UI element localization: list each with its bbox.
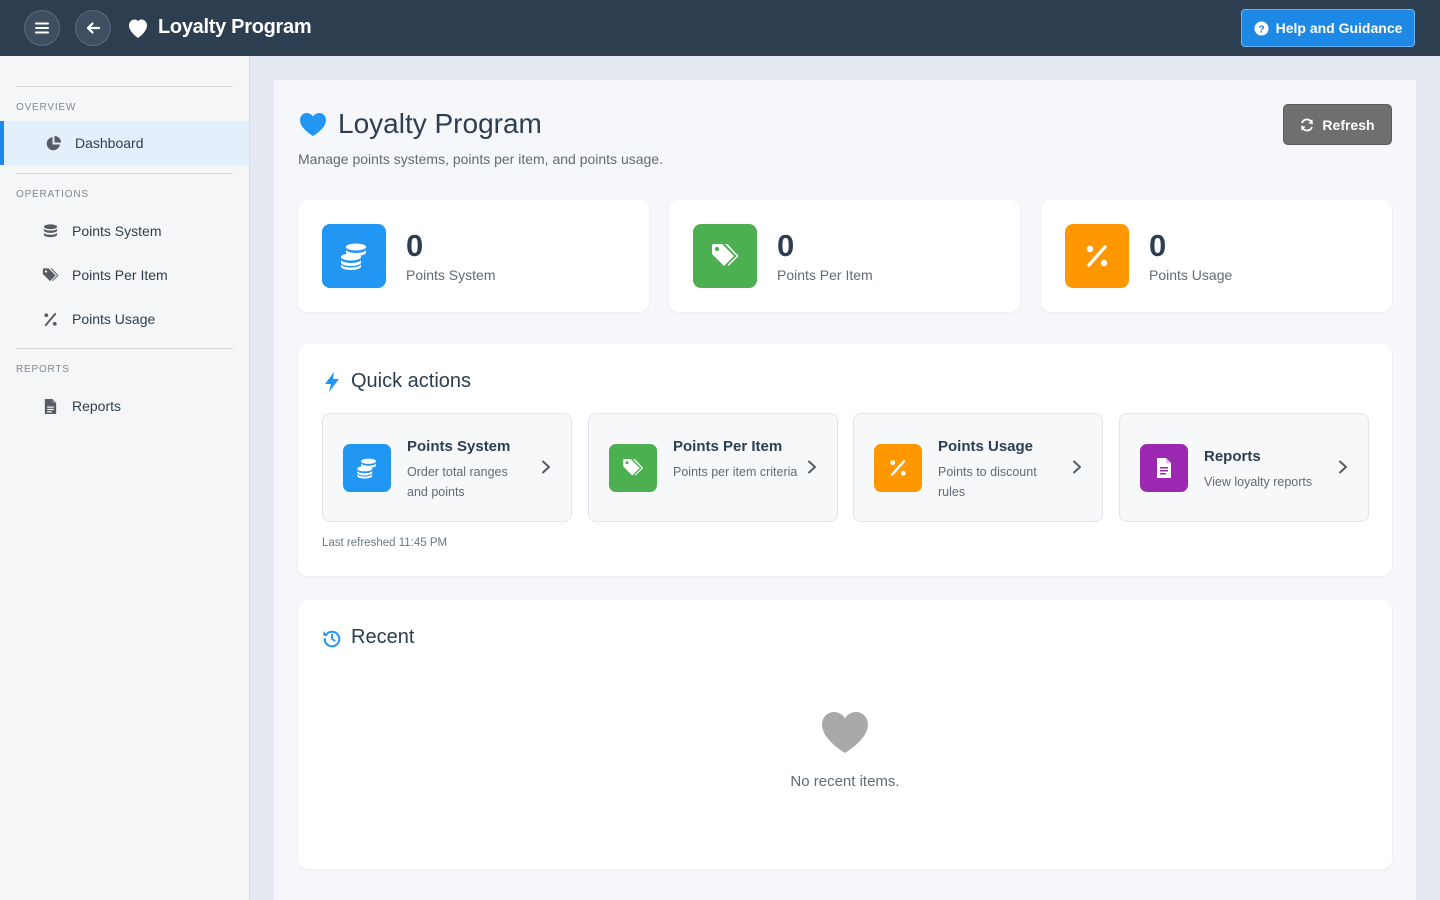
quick-action-points-usage[interactable]: Points Usage Points to discount rules <box>853 413 1103 522</box>
percent-icon <box>874 444 922 492</box>
sidebar-section-overview: OVERVIEW <box>16 102 77 113</box>
refresh-button-label: Refresh <box>1322 116 1375 133</box>
quick-action-desc: Points to discount rules <box>938 465 1037 499</box>
app-title-text: Loyalty Program <box>158 16 312 38</box>
stat-card-points-per-item: 0 Points Per Item <box>669 200 1020 312</box>
main-content: Loyalty Program Manage points systems, p… <box>274 80 1416 900</box>
quick-action-title: Reports <box>1204 448 1261 465</box>
help-button-label: Help and Guidance <box>1275 20 1403 36</box>
help-button[interactable]: ? Help and Guidance <box>1241 9 1415 47</box>
top-bar: Loyalty Program ? Help and Guidance <box>0 0 1440 56</box>
empty-state: No recent items. <box>298 710 1392 790</box>
sidebar-divider <box>16 173 233 174</box>
quick-action-points-system[interactable]: Points System Order total ranges and poi… <box>322 413 572 522</box>
tags-icon <box>693 224 757 288</box>
sidebar-divider <box>16 348 233 349</box>
menu-button[interactable] <box>24 10 60 46</box>
refresh-button[interactable]: Refresh <box>1283 104 1392 145</box>
hamburger-icon <box>35 22 49 34</box>
quick-actions-title: Quick actions <box>322 370 471 393</box>
page-title-text: Loyalty Program <box>338 108 542 139</box>
refresh-icon <box>1301 118 1314 131</box>
quick-action-desc: Order total ranges and points <box>407 465 508 499</box>
coins-icon <box>322 224 386 288</box>
quick-action-points-per-item[interactable]: Points Per Item Points per item criteria <box>588 413 838 522</box>
back-button[interactable] <box>75 10 111 46</box>
percent-icon <box>1065 224 1129 288</box>
coins-icon <box>343 444 391 492</box>
quick-actions-title-text: Quick actions <box>351 370 472 392</box>
stat-value: 0 <box>777 228 795 263</box>
sidebar: OVERVIEW Dashboard OPERATIONS Points Sys… <box>0 56 250 900</box>
quick-action-desc: Points per item criteria <box>673 465 798 479</box>
stat-label: Points Usage <box>1149 267 1233 283</box>
quick-action-desc: View loyalty reports <box>1204 475 1313 489</box>
sidebar-item-points-per-item[interactable]: Points Per Item <box>0 253 249 297</box>
page-subtitle: Manage points systems, points per item, … <box>298 151 663 167</box>
heart-icon <box>129 19 147 38</box>
percent-icon <box>41 310 59 328</box>
app-title: Loyalty Program <box>126 16 312 39</box>
sidebar-item-points-usage[interactable]: Points Usage <box>0 297 249 341</box>
heart-icon <box>822 712 868 753</box>
sidebar-item-dashboard[interactable]: Dashboard <box>0 121 249 165</box>
chevron-right-icon <box>542 460 550 474</box>
sidebar-section-operations: OPERATIONS <box>16 189 89 200</box>
stat-label: Points Per Item <box>777 267 873 283</box>
quick-action-title: Points Per Item <box>673 438 783 455</box>
chevron-right-icon <box>1073 460 1081 474</box>
last-refreshed-text: Last refreshed 11:45 PM <box>322 537 448 549</box>
sidebar-item-label: Points System <box>72 223 162 239</box>
stat-value: 0 <box>406 228 424 263</box>
tags-icon <box>609 444 657 492</box>
sidebar-item-label: Dashboard <box>75 135 144 151</box>
stat-label: Points System <box>406 267 496 283</box>
heart-icon <box>300 113 326 136</box>
bolt-icon <box>325 371 339 392</box>
recent-panel: Recent No recent items. <box>298 600 1392 869</box>
recent-title: Recent <box>322 626 414 649</box>
stat-value: 0 <box>1149 228 1167 263</box>
pie-chart-icon <box>44 134 62 152</box>
history-icon <box>323 630 341 647</box>
empty-state-text: No recent items. <box>790 773 900 790</box>
sidebar-divider <box>16 86 233 87</box>
file-icon <box>41 397 59 415</box>
file-icon <box>1140 444 1188 492</box>
quick-action-title: Points Usage <box>938 438 1034 455</box>
question-circle-icon: ? <box>1254 20 1269 36</box>
quick-action-title: Points System <box>407 438 511 455</box>
quick-action-reports[interactable]: Reports View loyalty reports <box>1119 413 1369 522</box>
coins-icon <box>41 222 59 240</box>
sidebar-item-points-system[interactable]: Points System <box>0 209 249 253</box>
sidebar-item-label: Reports <box>72 398 122 414</box>
sidebar-item-label: Points Usage <box>72 311 156 327</box>
page-title: Loyalty Program <box>298 108 542 140</box>
tags-icon <box>41 266 59 284</box>
chevron-right-icon <box>808 460 816 474</box>
sidebar-item-reports[interactable]: Reports <box>0 384 249 428</box>
sidebar-item-label: Points Per Item <box>72 267 168 283</box>
quick-actions-panel: Quick actions Points System Order total … <box>298 344 1392 576</box>
arrow-left-icon <box>86 22 101 34</box>
stat-card-points-usage: 0 Points Usage <box>1041 200 1392 312</box>
recent-title-text: Recent <box>351 626 415 648</box>
svg-text:?: ? <box>1258 24 1264 35</box>
stat-card-points-system: 0 Points System <box>298 200 649 312</box>
chevron-right-icon <box>1339 460 1347 474</box>
sidebar-section-reports: REPORTS <box>16 364 70 375</box>
